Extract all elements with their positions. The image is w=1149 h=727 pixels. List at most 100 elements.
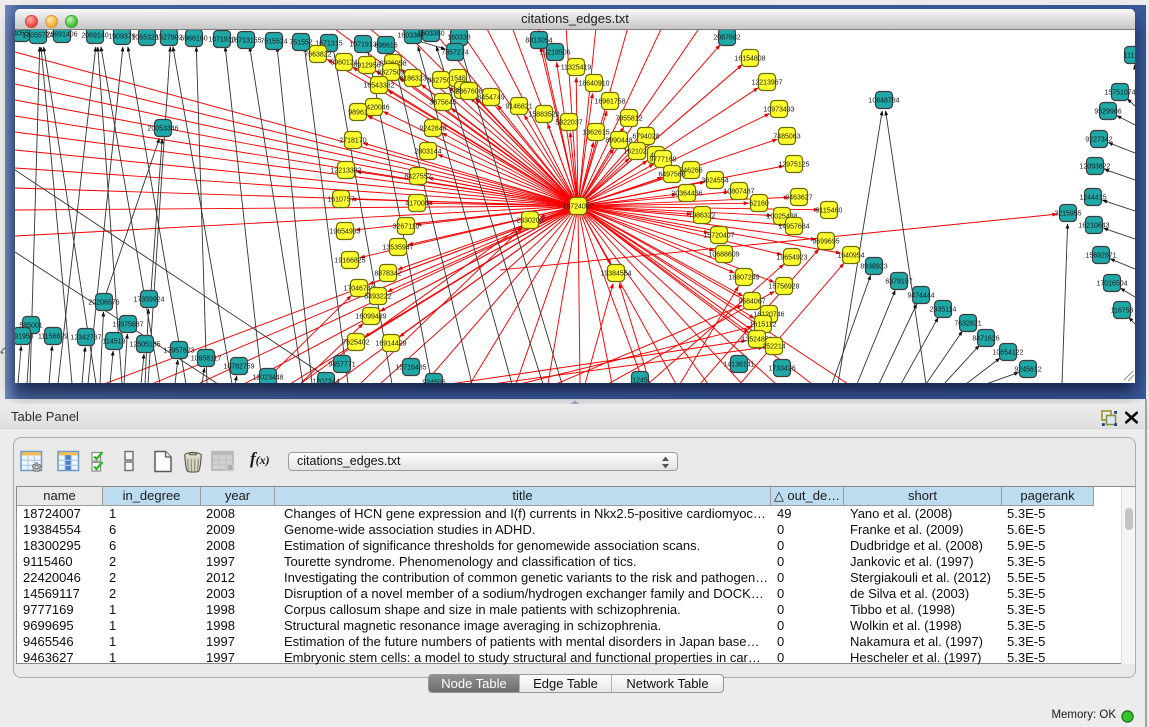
svg-text:12213382: 12213382 (330, 168, 361, 175)
svg-text:16099489: 16099489 (355, 314, 386, 321)
svg-text:11123: 11123 (1124, 53, 1135, 60)
svg-text:252214: 252214 (762, 344, 785, 351)
svg-text:8990448: 8990448 (605, 138, 632, 145)
svg-text:15756928: 15756928 (768, 284, 799, 291)
svg-text:1603380: 1603380 (417, 31, 444, 38)
svg-text:9227342: 9227342 (1085, 137, 1112, 144)
svg-text:9245612: 9245612 (1014, 367, 1041, 374)
svg-text:18724007: 18724007 (562, 204, 593, 211)
svg-text:6966160: 6966160 (180, 36, 207, 43)
svg-text:3624554: 3624554 (701, 178, 728, 185)
svg-text:924506: 924506 (422, 380, 445, 383)
svg-text:9146821: 9146821 (505, 104, 532, 111)
svg-text:2330203: 2330203 (516, 218, 543, 225)
svg-text:8454749: 8454749 (477, 95, 504, 102)
svg-text:1621022: 1621022 (623, 149, 650, 156)
svg-text:3875645: 3875645 (429, 100, 456, 107)
svg-text:62160: 62160 (749, 201, 769, 208)
svg-text:6497568: 6497568 (658, 172, 685, 179)
svg-text:7632621: 7632621 (954, 321, 981, 328)
svg-text:8912956: 8912956 (353, 63, 380, 70)
svg-text:3267110: 3267110 (393, 224, 420, 231)
svg-text:9584067: 9584067 (738, 299, 765, 306)
svg-text:5322037: 5322037 (555, 120, 582, 127)
svg-text:16154808: 16154808 (734, 56, 765, 63)
svg-text:16543382: 16543382 (363, 83, 394, 90)
svg-text:16713155: 16713155 (230, 38, 261, 45)
svg-text:116753: 116753 (1111, 308, 1134, 315)
svg-text:2803144: 2803144 (414, 149, 441, 156)
svg-text:10958117: 10958117 (191, 356, 222, 363)
svg-text:696616: 696616 (374, 43, 397, 50)
svg-text:12342737: 12342737 (70, 335, 101, 342)
svg-text:160338: 160338 (447, 35, 470, 42)
svg-text:18640910: 18640910 (578, 81, 609, 88)
svg-text:7485063: 7485063 (773, 134, 800, 141)
svg-text:11325419: 11325419 (561, 65, 592, 72)
svg-text:12975125: 12975125 (778, 162, 809, 169)
svg-text:15751074: 15751074 (1104, 90, 1135, 97)
svg-text:7515524: 7515524 (260, 39, 287, 46)
svg-text:7663822: 7663822 (304, 52, 331, 59)
svg-text:5493222: 5493222 (364, 294, 391, 301)
svg-text:10807487: 10807487 (723, 189, 754, 196)
svg-text:9463627: 9463627 (785, 195, 812, 202)
svg-text:2087682: 2087682 (713, 35, 740, 42)
svg-text:16914429: 16914429 (375, 341, 406, 348)
svg-text:10782759: 10782759 (223, 364, 254, 371)
svg-text:19218506: 19218506 (539, 50, 570, 57)
svg-text:9777169: 9777169 (649, 157, 676, 164)
svg-text:1610757: 1610757 (327, 197, 354, 204)
svg-text:2867608: 2867608 (455, 89, 482, 96)
svg-text:17016504: 17016504 (1096, 281, 1127, 288)
svg-text:8878342: 8878342 (374, 271, 401, 278)
svg-text:15716485: 15716485 (395, 365, 426, 372)
svg-text:15692971: 15692971 (1085, 253, 1116, 260)
svg-text:12505135: 12505135 (129, 342, 160, 349)
svg-text:1527602: 1527602 (155, 35, 182, 42)
svg-text:17957823: 17957823 (163, 348, 194, 355)
svg-text:6379197: 6379197 (885, 279, 912, 286)
svg-text:8471626: 8471626 (972, 336, 999, 343)
svg-text:1640954: 1640954 (837, 253, 864, 260)
svg-text:8186323: 8186323 (399, 76, 426, 83)
svg-text:9529966: 9529966 (1094, 109, 1121, 116)
svg-text:1733426: 1733426 (768, 366, 795, 373)
svg-text:751552: 751552 (289, 40, 312, 47)
svg-text:11156829: 11156829 (38, 334, 68, 341)
svg-text:19654933: 19654933 (329, 229, 360, 236)
svg-text:14136141: 14136141 (723, 362, 754, 369)
svg-text:12213967: 12213967 (751, 80, 782, 87)
svg-text:12023448: 12023448 (252, 375, 283, 382)
svg-text:9474444: 9474444 (907, 293, 934, 300)
svg-text:17359924: 17359924 (133, 297, 164, 304)
svg-text:12093822: 12093822 (1079, 164, 1110, 171)
svg-text:1245: 1245 (632, 378, 648, 383)
svg-text:9242848: 9242848 (419, 126, 446, 133)
svg-text:19654923: 19654923 (776, 255, 807, 262)
svg-text:417004: 417004 (405, 201, 428, 208)
svg-text:7986322: 7986322 (688, 213, 715, 220)
svg-text:98961: 98961 (348, 110, 368, 117)
svg-text:20691406: 20691406 (46, 32, 77, 39)
svg-text:7625402: 7625402 (342, 340, 369, 347)
svg-text:1071913: 1071913 (349, 42, 376, 49)
svg-text:7357274: 7357274 (441, 50, 468, 57)
svg-text:10973493: 10973493 (763, 107, 794, 114)
svg-text:3215955: 3215955 (1054, 211, 1081, 218)
svg-text:15720407: 15720407 (703, 233, 734, 240)
svg-text:1244415: 1244415 (1079, 195, 1106, 202)
svg-text:20364436: 20364436 (671, 191, 702, 198)
svg-text:10648784: 10648784 (868, 98, 899, 105)
svg-text:16961758: 16961758 (594, 99, 625, 106)
svg-text:20206576: 20206576 (88, 300, 119, 307)
svg-text:13535947: 13535947 (382, 245, 413, 252)
svg-text:16210643: 16210643 (1078, 223, 1109, 230)
svg-text:1202344: 1202344 (312, 379, 339, 383)
svg-text:14957684: 14957684 (778, 224, 809, 231)
svg-text:9115460: 9115460 (816, 208, 843, 215)
svg-text:391953: 391953 (15, 334, 34, 341)
svg-text:2069140: 2069140 (81, 33, 108, 40)
svg-text:1362615: 1362615 (582, 130, 609, 137)
svg-text:9699695: 9699695 (812, 239, 839, 246)
